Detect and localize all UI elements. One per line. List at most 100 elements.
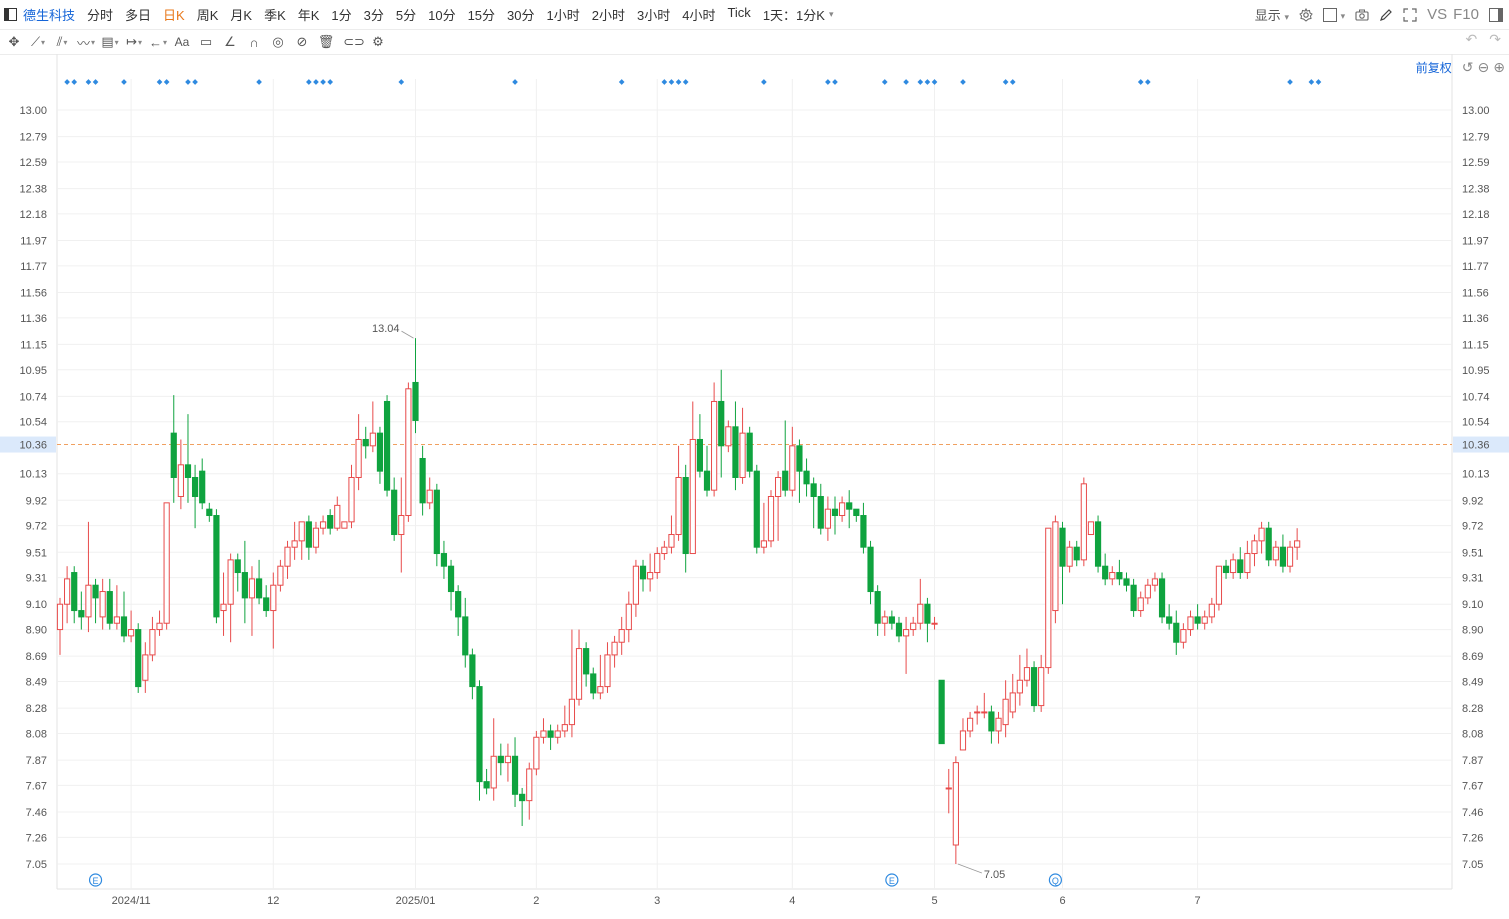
timeframe-5[interactable]: 季K [264, 5, 286, 24]
comment-tool-icon[interactable]: ▭ [196, 32, 216, 52]
candle-body[interactable] [490, 755, 497, 789]
candle-body[interactable] [547, 730, 554, 738]
candle-body[interactable] [931, 622, 938, 625]
signal-dot[interactable] [163, 79, 170, 85]
candle-body[interactable] [433, 489, 440, 555]
candle-body[interactable] [270, 584, 277, 612]
timeframe-11[interactable]: 15分 [468, 5, 495, 24]
candle-body[interactable] [156, 622, 163, 631]
candle-body[interactable] [405, 388, 412, 517]
candle-body[interactable] [312, 527, 320, 548]
signal-dot[interactable] [1002, 79, 1009, 85]
candle-body[interactable] [362, 438, 369, 447]
candle-body[interactable] [910, 622, 917, 631]
candle-body[interactable] [1166, 616, 1173, 624]
candle-body[interactable] [1222, 565, 1230, 574]
candle-body[interactable] [234, 559, 241, 574]
candle-body[interactable] [1087, 521, 1095, 536]
signal-dot[interactable] [1308, 79, 1315, 85]
candle-body[interactable] [1066, 546, 1073, 567]
candle-body[interactable] [540, 730, 547, 738]
candle-body[interactable] [1173, 622, 1180, 643]
signal-dot[interactable] [825, 79, 831, 85]
signal-dot[interactable] [192, 79, 198, 85]
candle-body[interactable] [604, 654, 611, 688]
candle-body[interactable] [163, 502, 170, 624]
signal-dot[interactable] [64, 79, 70, 85]
fullscreen-icon[interactable] [1403, 7, 1417, 22]
candle-body[interactable] [988, 711, 995, 732]
timeframe-0[interactable]: 分时 [87, 5, 113, 24]
timeframe-6[interactable]: 年K [298, 5, 320, 24]
candle-body[interactable] [881, 616, 888, 624]
sidebar-toggle-icon[interactable] [4, 8, 17, 21]
signal-dot[interactable] [71, 79, 78, 85]
candle-body[interactable] [56, 603, 64, 631]
candle-body[interactable] [575, 648, 583, 700]
signal-dot[interactable] [1137, 79, 1144, 85]
candle-body[interactable] [191, 476, 199, 498]
candle-body[interactable] [796, 445, 803, 472]
timeframe-9[interactable]: 5分 [396, 5, 416, 24]
candle-body[interactable] [1038, 667, 1045, 707]
candle-body[interactable] [1102, 565, 1109, 580]
candle-body[interactable] [455, 591, 462, 618]
signal-dot[interactable] [682, 79, 689, 85]
timeframe-13[interactable]: 1小时 [547, 5, 580, 24]
candle-body[interactable] [128, 629, 135, 637]
candle-body[interactable] [447, 565, 455, 593]
candle-body[interactable] [775, 476, 782, 498]
signal-dot[interactable] [675, 79, 682, 85]
candle-body[interactable] [839, 502, 846, 517]
candle-body[interactable] [739, 432, 746, 478]
settings-gear-icon[interactable] [1299, 7, 1313, 22]
channel-tool-icon[interactable]: ⫽ [52, 32, 72, 52]
redo-icon[interactable]: ↷ [1489, 31, 1501, 48]
candle-body[interactable] [1002, 698, 1009, 726]
candle-body[interactable] [689, 438, 696, 555]
display-button[interactable]: 显示 ▾ [1255, 5, 1289, 24]
candle-body[interactable] [1023, 667, 1031, 681]
candle-body[interactable] [184, 464, 192, 478]
fib-tool-icon[interactable]: ▤ [100, 32, 120, 52]
signal-dot[interactable] [1145, 79, 1151, 85]
candle-body[interactable] [846, 502, 853, 510]
candle-body[interactable] [391, 489, 398, 536]
signal-dot[interactable] [924, 79, 931, 85]
candle-body[interactable] [561, 724, 568, 732]
candle-body[interactable] [355, 438, 362, 478]
timeframe-1[interactable]: 多日 [125, 5, 151, 24]
candle-body[interactable] [789, 445, 796, 491]
signal-dot[interactable] [121, 79, 127, 85]
candle-body[interactable] [142, 654, 149, 681]
timeframe-18[interactable]: 1天：1分K [763, 5, 825, 24]
candle-body[interactable] [753, 470, 760, 548]
candle-body[interactable] [92, 584, 99, 599]
candle-body[interactable] [348, 476, 355, 523]
signal-dot[interactable] [761, 79, 767, 85]
candle-body[interactable] [1137, 597, 1144, 612]
candle-body[interactable] [824, 508, 831, 529]
candle-body[interactable] [1016, 679, 1023, 694]
candle-body[interactable] [938, 679, 945, 745]
candle-body[interactable] [483, 781, 490, 789]
candle-body[interactable] [1109, 572, 1116, 580]
signal-dot[interactable] [306, 79, 312, 85]
candle-body[interactable] [298, 521, 305, 542]
candle-body[interactable] [917, 603, 924, 624]
candle-body[interactable] [1052, 521, 1059, 612]
candle-body[interactable] [746, 432, 753, 472]
candle-body[interactable] [511, 755, 519, 795]
candle-body[interactable] [810, 483, 817, 498]
arrow-tool-icon[interactable]: ← [148, 32, 168, 52]
candle-body[interactable] [1201, 616, 1208, 624]
timeframe-17[interactable]: Tick [727, 5, 750, 24]
signal-dot[interactable] [618, 79, 625, 85]
candle-body[interactable] [199, 470, 206, 504]
candle-body[interactable] [1215, 565, 1223, 605]
candle-body[interactable] [1244, 553, 1251, 574]
candle-body[interactable] [995, 717, 1002, 732]
candle-body[interactable] [853, 508, 860, 517]
candle-body[interactable] [888, 616, 895, 624]
wave-tool-icon[interactable]: 〰 [76, 32, 96, 52]
